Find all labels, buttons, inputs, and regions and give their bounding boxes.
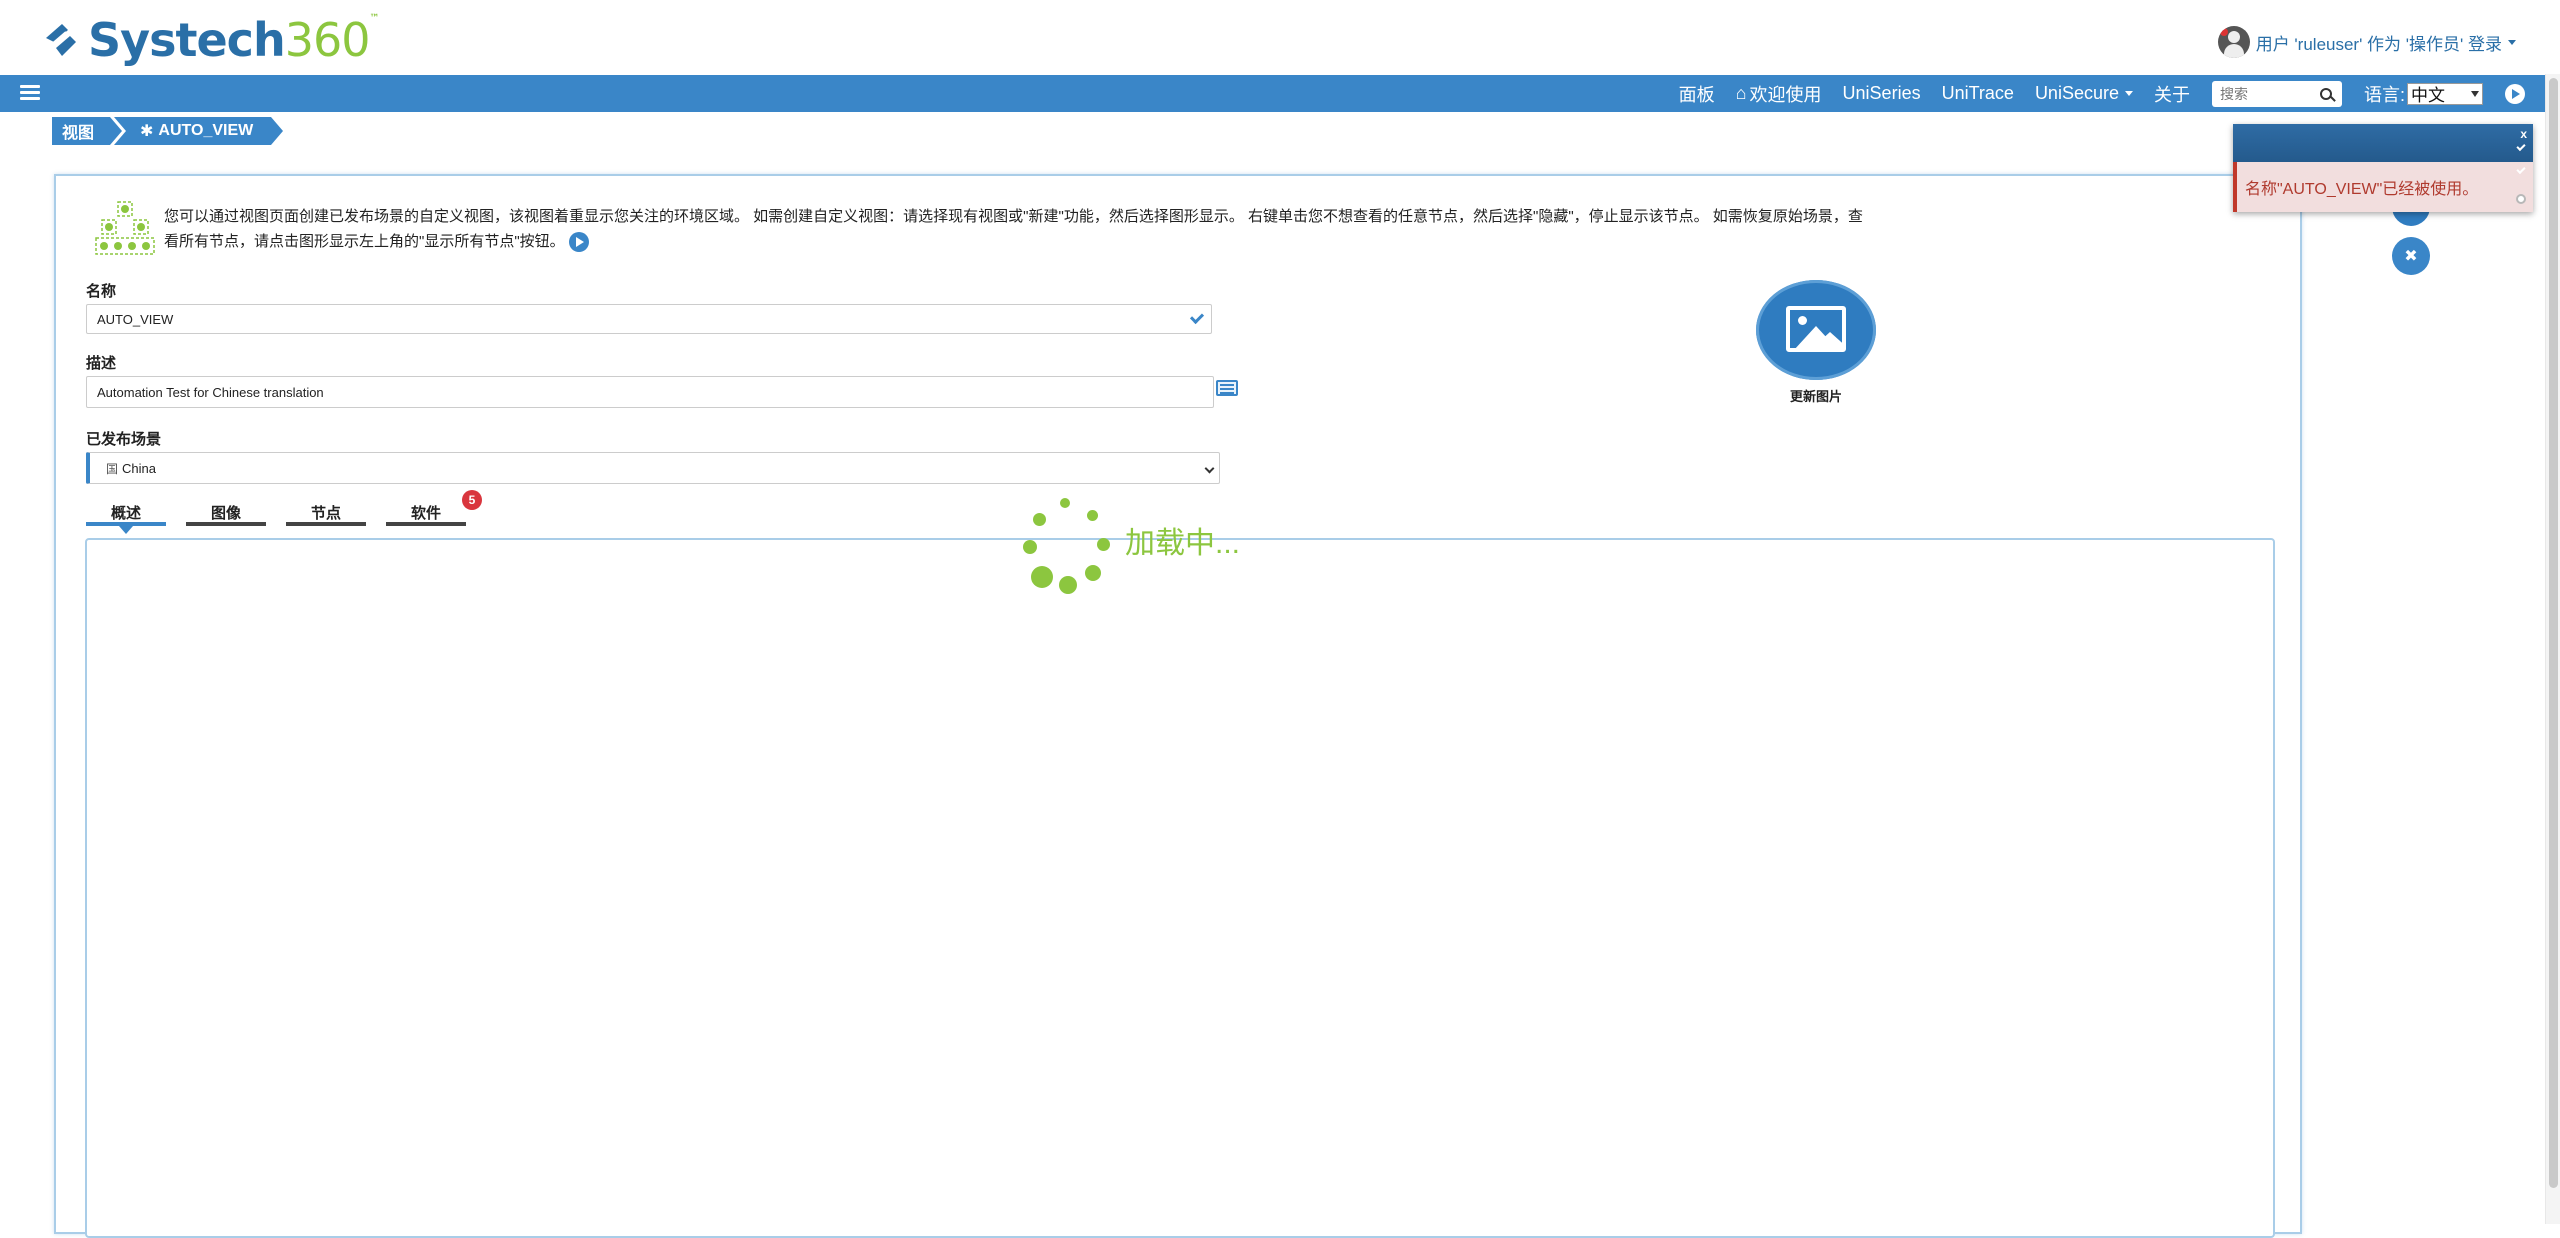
logo-text: Systech360™ — [88, 13, 380, 67]
image-icon[interactable] — [1756, 280, 1876, 380]
scene-label: 已发布场景 — [86, 431, 162, 448]
avatar — [2217, 26, 2250, 58]
tab-image[interactable]: 图像 — [186, 500, 266, 526]
description-label: 描述 — [86, 355, 117, 372]
view-editor-panel: 您可以通过视图页面创建已发布场景的自定义视图，该视图着重显示您关注的环境区域。 … — [54, 174, 2302, 1238]
close-icon: ✖ — [2404, 248, 2418, 265]
nav-about[interactable]: 关于 — [2154, 81, 2190, 107]
search-icon[interactable] — [2319, 87, 2332, 100]
check-icon — [1189, 309, 1205, 325]
node-tree-icon — [95, 201, 155, 255]
play-icon[interactable] — [568, 232, 589, 253]
nav-welcome[interactable]: ⌂ 欢迎使用 — [1736, 81, 1822, 107]
name-field[interactable]: AUTO_VIEW — [86, 304, 1212, 334]
chevron-down-icon — [1204, 463, 1215, 474]
check-icon[interactable] — [2516, 141, 2526, 152]
logo-mark-icon — [46, 24, 76, 56]
close-icon[interactable]: x — [2520, 127, 2527, 141]
hamburger-menu-icon[interactable] — [20, 85, 40, 101]
tab-software[interactable]: 软件 5 — [386, 490, 482, 526]
spinner-icon — [1013, 490, 1113, 594]
search-input[interactable] — [2219, 85, 2320, 102]
app-header: Systech360™ 用户 'ruleuser' 作为 '操作员' 登录 — [0, 0, 2560, 74]
intro-description: 您可以通过视图页面创建已发布场景的自定义视图，该视图着重显示您关注的环境区域。 … — [164, 204, 1864, 254]
minimize-icon[interactable] — [2516, 194, 2526, 204]
text-editor-icon[interactable] — [1216, 380, 1238, 396]
systech-logo[interactable]: Systech360™ — [40, 13, 380, 67]
user-login-text: 用户 'ruleuser' 作为 '操作员' 登录 — [2255, 34, 2502, 54]
update-picture-label: 更新图片 — [1789, 389, 1842, 404]
language-select[interactable]: 中文 — [2407, 82, 2483, 105]
scrollbar-thumb[interactable] — [2549, 78, 2558, 1188]
nav-unisecure[interactable]: UniSecure — [2035, 83, 2133, 104]
tab-nodes[interactable]: 节点 — [286, 500, 366, 526]
flag-icon: 国 — [106, 461, 119, 476]
asterisk-icon: ✱ — [140, 123, 154, 140]
scene-select[interactable]: 国 China — [86, 452, 1220, 484]
notification-message: 名称"AUTO_VIEW"已经被使用。 — [2233, 162, 2533, 212]
user-menu[interactable]: 用户 'ruleuser' 作为 '操作员' 登录 — [2217, 26, 2516, 58]
loading-indicator: 加载中... — [1013, 490, 1241, 594]
check-icon[interactable] — [2516, 164, 2526, 175]
error-notification: x 名称"AUTO_VIEW"已经被使用。 — [2233, 124, 2533, 212]
nav-unitrace[interactable]: UniTrace — [1942, 83, 2014, 104]
breadcrumb-current: ✱ AUTO_VIEW — [114, 117, 284, 145]
nav-dashboard[interactable]: 面板 — [1679, 81, 1715, 107]
home-icon: ⌂ — [1735, 83, 1747, 103]
count-badge: 5 — [462, 490, 482, 510]
notification-header: x — [2233, 124, 2533, 162]
chevron-down-icon — [2124, 91, 2133, 96]
chevron-down-icon — [2508, 39, 2516, 45]
tab-overview[interactable]: 概述 — [86, 500, 166, 534]
close-button[interactable]: ✖ — [2392, 237, 2430, 275]
main-navbar: 面板 ⌂ 欢迎使用 UniSeries UniTrace UniSecure 关于… — [0, 75, 2545, 112]
breadcrumb-views[interactable]: 视图 — [52, 117, 123, 145]
play-icon[interactable] — [2505, 83, 2525, 104]
search-box — [2211, 80, 2342, 107]
update-picture[interactable]: 更新图片 — [1756, 280, 1876, 405]
loading-text: 加载中... — [1125, 527, 1241, 560]
name-label: 名称 — [86, 283, 117, 300]
tab-content-area — [85, 538, 2275, 1238]
breadcrumb: 视图 ✱ AUTO_VIEW — [52, 117, 284, 145]
language-label: 语言: — [2363, 84, 2405, 105]
nav-uniseries[interactable]: UniSeries — [1843, 83, 1921, 104]
description-field[interactable]: Automation Test for Chinese translation — [86, 376, 1214, 408]
chevron-down-icon — [2471, 90, 2479, 97]
page-scrollbar[interactable] — [2545, 74, 2560, 1224]
tab-bar: 概述 图像 节点 软件 5 — [86, 490, 486, 534]
